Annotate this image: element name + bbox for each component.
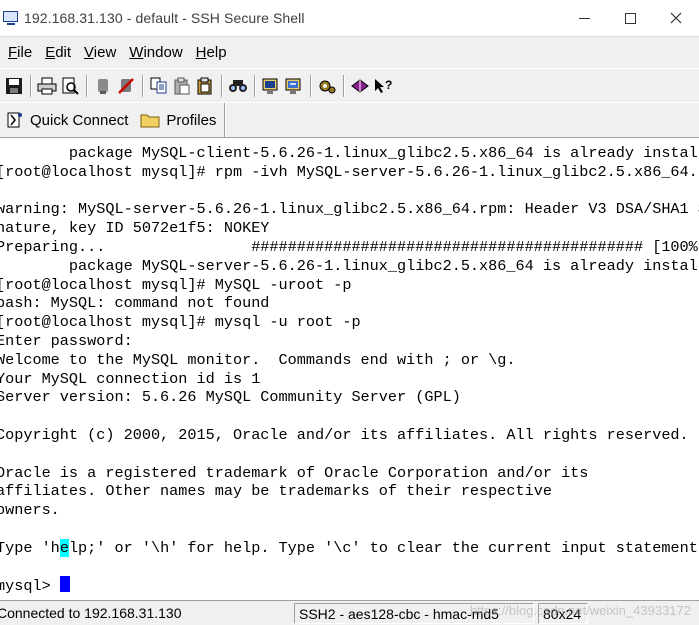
terminal-line: nature, key ID 5072e1f5: NOKEY bbox=[0, 219, 270, 238]
paste-alt-icon bbox=[197, 77, 211, 94]
profiles-button[interactable]: Profiles bbox=[134, 105, 222, 135]
menu-window[interactable]: Window bbox=[124, 44, 187, 61]
quick-connect-button[interactable]: Quick Connect bbox=[0, 105, 134, 135]
toolbar-separator bbox=[142, 74, 144, 97]
settings-icon bbox=[319, 80, 335, 93]
settings-button[interactable] bbox=[316, 75, 337, 96]
terminal-area[interactable]: package MySQL-client-5.6.26-1.linux_glib… bbox=[0, 139, 699, 600]
terminal-line: mysql> bbox=[0, 576, 70, 595]
menu-view[interactable]: View bbox=[79, 44, 121, 61]
save-icon bbox=[5, 77, 22, 94]
copy-icon bbox=[150, 77, 166, 93]
menu-edit[interactable]: Edit bbox=[40, 44, 76, 61]
save-button[interactable] bbox=[3, 75, 24, 96]
help-book-button[interactable] bbox=[349, 75, 370, 96]
toolbar-separator bbox=[310, 74, 312, 97]
context-help-button[interactable]: ? bbox=[372, 75, 393, 96]
folder-icon bbox=[140, 112, 160, 128]
terminal-line: [root@localhost mysql]# mysql -u root -p bbox=[0, 313, 361, 332]
find-icon bbox=[228, 79, 247, 92]
maximize-icon bbox=[624, 12, 636, 24]
help-book-icon bbox=[350, 78, 369, 93]
toolbar: ? bbox=[0, 68, 699, 102]
close-icon bbox=[670, 12, 682, 24]
connect-button[interactable] bbox=[115, 75, 136, 96]
print-preview-button[interactable] bbox=[59, 75, 80, 96]
menu-file[interactable]: File bbox=[3, 44, 37, 61]
new-file-transfer-button[interactable] bbox=[283, 75, 304, 96]
new-terminal-icon bbox=[262, 78, 277, 94]
copy-button[interactable] bbox=[148, 75, 169, 96]
window-title: 192.168.31.130 - default - SSH Secure Sh… bbox=[24, 10, 305, 26]
terminal-line: bash: MySQL: command not found bbox=[0, 294, 270, 313]
close-button[interactable] bbox=[653, 0, 699, 36]
terminal-line: Preparing... ###########################… bbox=[0, 238, 699, 256]
new-terminal-button[interactable] bbox=[260, 75, 281, 96]
terminal-line: Copyright (c) 2000, 2015, Oracle and/or … bbox=[0, 426, 689, 444]
menu-help[interactable]: Help bbox=[191, 44, 232, 61]
bracket-match-highlight: e bbox=[59, 538, 69, 557]
new-file-transfer-icon bbox=[285, 78, 300, 94]
terminal-cursor bbox=[59, 576, 70, 593]
toolbar-separator bbox=[343, 74, 345, 97]
toolbar-separator bbox=[254, 74, 256, 97]
disconnect-button[interactable] bbox=[92, 75, 113, 96]
print-button[interactable] bbox=[36, 75, 57, 96]
print-icon bbox=[37, 77, 56, 94]
find-button[interactable] bbox=[227, 75, 248, 96]
paste-icon bbox=[174, 77, 189, 94]
connect-bar: Quick Connect Profiles bbox=[0, 102, 699, 138]
minimize-icon bbox=[578, 17, 590, 19]
minimize-button[interactable] bbox=[561, 0, 607, 36]
quick-connect-label: Quick Connect bbox=[30, 111, 129, 129]
quick-connect-icon bbox=[6, 111, 24, 129]
toolbar-separator bbox=[30, 74, 32, 97]
terminal-line: Type 'help;' or '\h' for help. Type '\c'… bbox=[0, 538, 699, 557]
title-bar: 192.168.31.130 - default - SSH Secure Sh… bbox=[0, 0, 699, 36]
connect-bar-divider bbox=[224, 103, 227, 137]
ssh-terminal-icon bbox=[3, 10, 19, 26]
status-bar: Connected to 192.168.31.130 SSH2 - aes12… bbox=[0, 600, 699, 625]
terminal-line: warning: MySQL-server-5.6.26-1.linux_gli… bbox=[0, 200, 699, 219]
context-help-icon: ? bbox=[374, 78, 392, 93]
terminal-line: Welcome to the MySQL monitor. Commands e… bbox=[0, 350, 516, 369]
toolbar-separator bbox=[86, 74, 88, 97]
terminal-line: Oracle is a registered trademark of Orac… bbox=[0, 463, 589, 482]
paste-alt-button[interactable] bbox=[194, 75, 215, 96]
profiles-label: Profiles bbox=[166, 111, 217, 129]
connect-icon bbox=[117, 77, 134, 94]
watermark: https://blog.csdn.net/weixin_43933172 bbox=[469, 603, 691, 618]
terminal-line: affiliates. Other names may be trademark… bbox=[0, 482, 552, 501]
svg-text:?: ? bbox=[385, 78, 392, 92]
terminal-line: Server version: 5.6.26 MySQL Community S… bbox=[0, 388, 461, 407]
menu-bar: File Edit View Window Help bbox=[0, 36, 699, 68]
terminal-line: package MySQL-server-5.6.26-1.linux_glib… bbox=[0, 256, 699, 275]
toolbar-separator bbox=[221, 74, 223, 97]
terminal-line: Your MySQL connection id is 1 bbox=[0, 369, 261, 388]
connection-status: Connected to 192.168.31.130 bbox=[0, 605, 182, 621]
paste-button[interactable] bbox=[171, 75, 192, 96]
terminal-line: owners. bbox=[0, 501, 60, 520]
disconnect-icon bbox=[97, 78, 108, 94]
terminal-line: Enter password: bbox=[0, 332, 133, 350]
print-preview-icon bbox=[62, 77, 79, 95]
terminal-line: package MySQL-client-5.6.26-1.linux_glib… bbox=[0, 144, 699, 162]
terminal-line: [root@localhost mysql]# MySQL -uroot -p bbox=[0, 275, 352, 294]
maximize-button[interactable] bbox=[607, 0, 653, 36]
terminal-line: [root@localhost mysql]# rpm -ivh MySQL-s… bbox=[0, 162, 699, 181]
